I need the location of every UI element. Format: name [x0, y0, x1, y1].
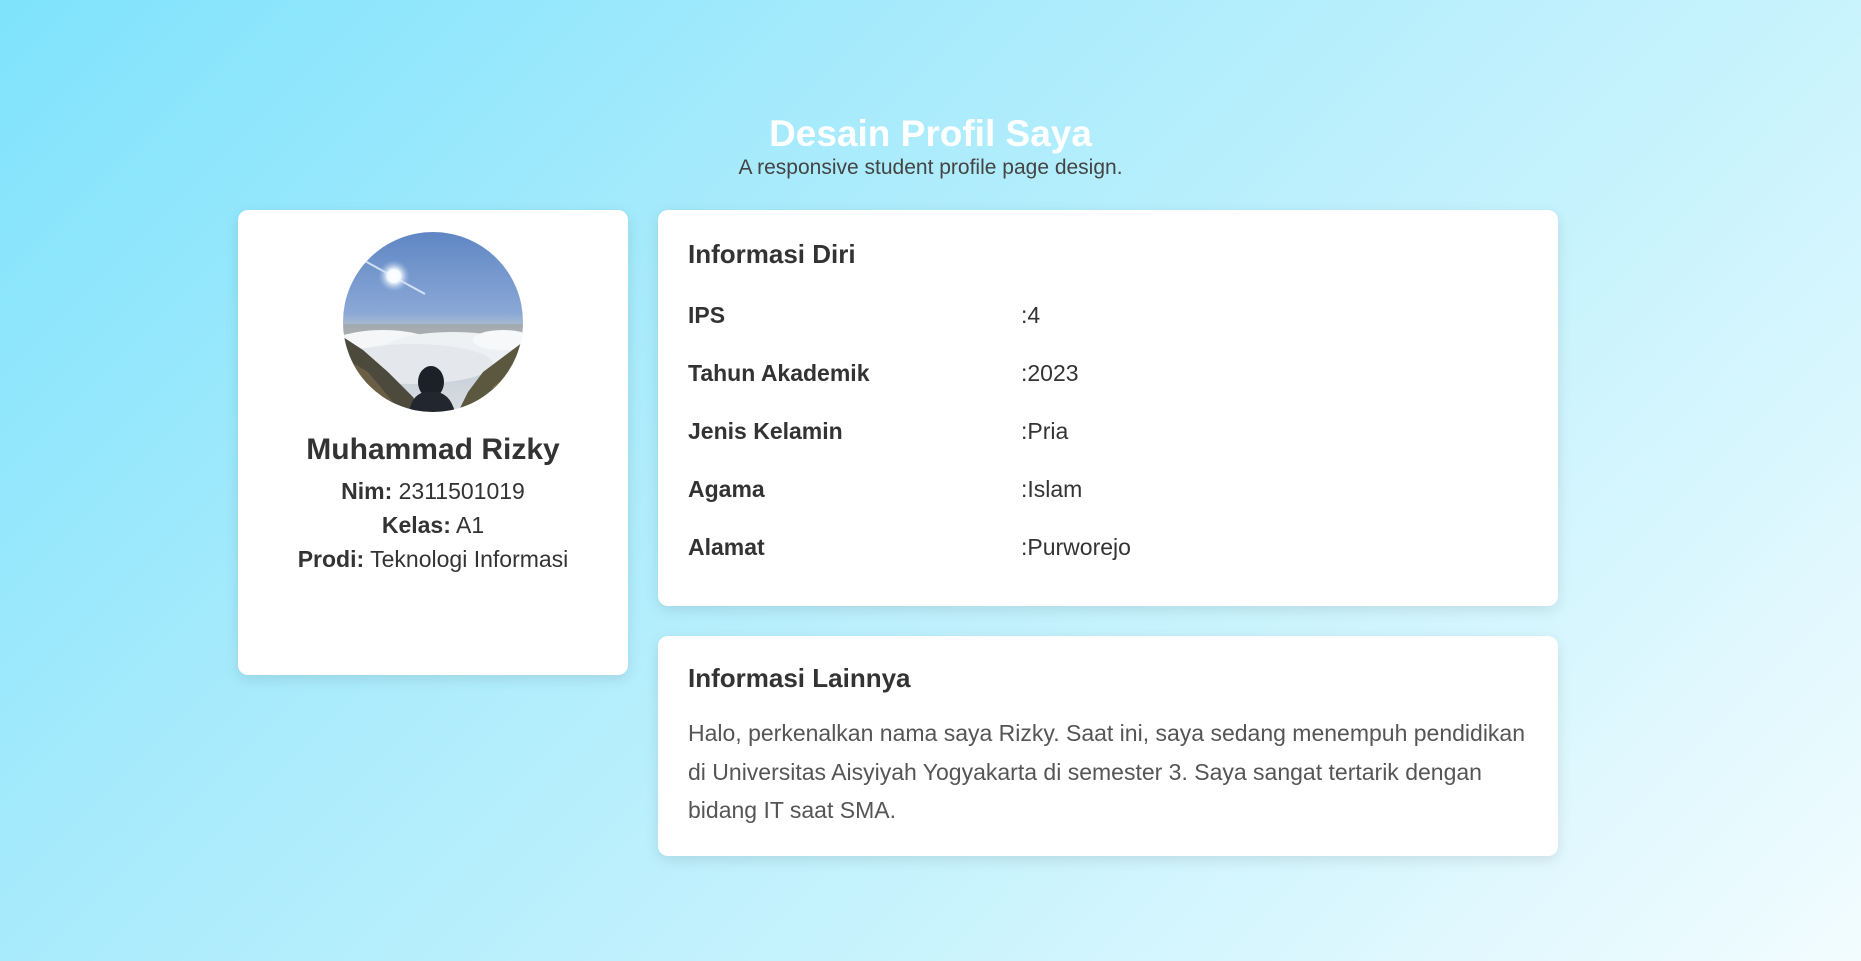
other-info-card: Informasi Lainnya Halo, perkenalkan nama… [658, 636, 1558, 856]
info-value: :4 [1021, 302, 1041, 328]
info-value: :Purworejo [1021, 534, 1131, 560]
profile-name: Muhammad Rizky [306, 433, 560, 466]
info-row-tahun-akademik: Tahun Akademik :2023 [688, 358, 1528, 388]
info-card: Informasi Diri IPS :4 Tahun Akademik :20… [658, 210, 1558, 606]
info-key: Agama [688, 476, 765, 502]
profile-prodi: Prodi: Teknologi Informasi [238, 544, 628, 574]
other-info-title: Informasi Lainnya [688, 663, 911, 693]
prodi-label: Prodi: [297, 546, 365, 572]
profile-nim: Nim: 2311501019 [238, 476, 628, 506]
profile-card: Muhammad Rizky Nim: 2311501019 Kelas: A1… [238, 210, 628, 675]
info-row-alamat: Alamat :Purworejo [688, 532, 1528, 562]
nim-label: Nim: [341, 478, 393, 504]
kelas-value: A1 [456, 512, 485, 538]
other-info-text: Halo, perkenalkan nama saya Rizky. Saat … [688, 720, 1526, 823]
avatar-photo [343, 232, 523, 412]
avatar [343, 232, 523, 412]
info-value: :Pria [1021, 418, 1069, 444]
page-title: Desain Profil Saya [769, 113, 1092, 154]
info-title: Informasi Diri [688, 239, 856, 269]
info-key: Tahun Akademik [688, 360, 870, 386]
info-row-agama: Agama :Islam [688, 474, 1528, 504]
page-header: Desain Profil Saya A responsive student … [0, 112, 1861, 180]
info-value: :Islam [1021, 476, 1083, 502]
info-key: IPS [688, 302, 726, 328]
info-key: Alamat [688, 534, 765, 560]
info-key: Jenis Kelamin [688, 418, 843, 444]
page-subtitle: A responsive student profile page design… [738, 156, 1123, 179]
info-row-jenis-kelamin: Jenis Kelamin :Pria [688, 416, 1528, 446]
kelas-label: Kelas: [381, 512, 451, 538]
nim-value: 2311501019 [398, 478, 525, 504]
profile-kelas: Kelas: A1 [238, 510, 628, 540]
prodi-value: Teknologi Informasi [370, 546, 569, 572]
info-row-ips: IPS :4 [688, 300, 1528, 330]
info-value: :2023 [1021, 360, 1079, 386]
